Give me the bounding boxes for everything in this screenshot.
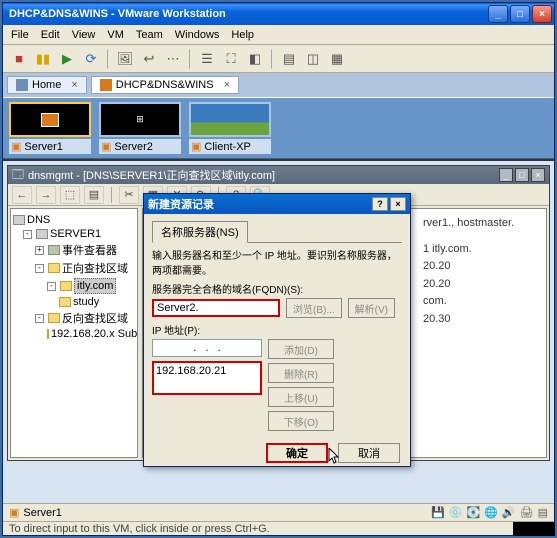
ip-label: IP 地址(P): — [152, 322, 402, 337]
fqdn-label: 服务器完全合格的域名(FQDN)(S): — [152, 281, 402, 296]
menu-vm[interactable]: VM — [107, 29, 124, 41]
help-button[interactable]: ? — [372, 197, 388, 211]
back-button[interactable]: ← — [12, 186, 32, 204]
host-statusbar: ▣ Server1 💾 💿 💽 🌐 🔊 🖨 ▤ — [3, 503, 554, 521]
device-icon[interactable]: 💿 — [449, 506, 463, 519]
device-icon[interactable]: ▤ — [538, 506, 548, 519]
ip-input[interactable] — [152, 339, 262, 357]
menu-windows[interactable]: Windows — [175, 29, 220, 41]
tab-ns[interactable]: 名称服务器(NS) — [152, 221, 248, 243]
moveup-button[interactable]: 上移(U) — [268, 387, 334, 407]
poweron-button[interactable]: ▶ — [57, 49, 77, 69]
device-icon[interactable]: 🌐 — [484, 506, 498, 519]
resolve-button[interactable]: 解析(V) — [348, 298, 395, 318]
menu-help[interactable]: Help — [231, 29, 254, 41]
dialog-footer: 确定 取消 — [144, 437, 410, 469]
snapshot-button[interactable]: 🖼 — [115, 49, 135, 69]
maximize-button[interactable]: □ — [510, 5, 530, 23]
tab-current[interactable]: DHCP&DNS&WINS× — [91, 76, 239, 94]
tree-selected-zone[interactable]: itly.com — [74, 278, 116, 294]
toolbar-btn-c[interactable]: ▦ — [327, 49, 347, 69]
tab-home[interactable]: Home× — [7, 76, 87, 94]
titlebar: DHCP&DNS&WINS - VMware Workstation _ □ × — [3, 3, 554, 25]
device-icon[interactable]: 💽 — [467, 506, 481, 519]
close-button[interactable]: × — [532, 5, 552, 23]
xp-wallpaper-icon — [191, 104, 269, 135]
thumb-server1[interactable]: ▣Server1 — [9, 102, 91, 154]
suspend-button[interactable]: ▮▮ — [33, 49, 53, 69]
revert-button[interactable]: ↩ — [139, 49, 159, 69]
minimize-button[interactable]: _ — [488, 5, 508, 23]
vm-thumbnails: ▣Server1 ⊞ ▣Server2 ▣Client-XP — [3, 97, 554, 159]
device-icon[interactable]: 🔊 — [502, 506, 516, 519]
home-icon — [16, 79, 28, 91]
menu-view[interactable]: View — [72, 29, 96, 41]
status-vm-name: Server1 — [23, 507, 62, 519]
browse-button[interactable]: 浏览(B)... — [286, 298, 342, 318]
vmware-main-window: DHCP&DNS&WINS - VMware Workstation _ □ ×… — [2, 2, 555, 536]
unity-button[interactable]: ◧ — [245, 49, 265, 69]
fwd-button[interactable]: → — [36, 186, 56, 204]
maximize-button[interactable]: □ — [515, 168, 529, 182]
ip-list-item[interactable]: 192.168.20.21 — [156, 365, 258, 377]
poweroff-button[interactable]: ■ — [9, 49, 29, 69]
toolbar: ■ ▮▮ ▶ ⟳ 🖼 ↩ ⋯ ☰ ⛶ ◧ ▤ ◫ ▦ — [3, 45, 554, 73]
close-icon[interactable]: × — [71, 79, 77, 91]
movedown-button[interactable]: 下移(O) — [268, 411, 334, 431]
minimize-button[interactable]: _ — [499, 168, 513, 182]
menubar: File Edit View VM Team Windows Help — [3, 25, 554, 45]
menu-file[interactable]: File — [11, 29, 29, 41]
toolbar-btn-b[interactable]: ◫ — [303, 49, 323, 69]
vm-icon: ▣ — [9, 506, 19, 519]
device-icon[interactable]: 🖨 — [520, 506, 534, 519]
window-title: DHCP&DNS&WINS - VMware Workstation — [9, 8, 226, 20]
close-button[interactable]: × — [390, 197, 406, 211]
windows-logo-icon: ⊞ — [136, 114, 144, 125]
toolbar-btn-a[interactable]: ▤ — [279, 49, 299, 69]
thumb-server2[interactable]: ⊞ ▣Server2 — [99, 102, 181, 154]
views-button[interactable]: ▤ — [84, 186, 104, 204]
menu-edit[interactable]: Edit — [41, 29, 60, 41]
close-icon[interactable]: × — [224, 79, 230, 91]
sidebar-button[interactable]: ☰ — [197, 49, 217, 69]
ok-button[interactable]: 确定 — [266, 443, 328, 463]
close-button[interactable]: × — [531, 168, 545, 182]
dialog-tabs: 名称服务器(NS) — [152, 220, 402, 243]
vm-icon — [100, 79, 112, 91]
vm-icon — [41, 113, 59, 127]
ip-list[interactable]: 192.168.20.21 — [152, 361, 262, 395]
thumb-clientxp[interactable]: ▣Client-XP — [189, 102, 271, 154]
guest-display[interactable]: 🗔 dnsmgmt - [DNS\SERVER1\正向查找区域\itly.com… — [3, 159, 554, 535]
dialog-titlebar: 新建资源记录 ? × — [144, 194, 410, 214]
cancel-button[interactable]: 取消 — [338, 443, 400, 463]
vm-tabs: Home× DHCP&DNS&WINS× — [3, 73, 554, 97]
cut-button[interactable]: ✂ — [119, 186, 139, 204]
host-hint: To direct input to this VM, click inside… — [3, 521, 554, 535]
up-button[interactable]: ⬚ — [60, 186, 80, 204]
menu-team[interactable]: Team — [136, 29, 163, 41]
watermark-icon — [513, 522, 555, 536]
new-resource-record-dialog: 新建资源记录 ? × 名称服务器(NS) 输入服务器名和至少一个 IP 地址。要… — [143, 193, 411, 467]
fullscreen-button[interactable]: ⛶ — [221, 49, 241, 69]
remove-button[interactable]: 删除(R) — [268, 363, 334, 383]
app-icon: 🗔 — [12, 166, 24, 185]
dns-tree[interactable]: DNS -SERVER1 +事件查看器 -正向查找区域 -itly.com st… — [10, 208, 138, 458]
manage-button[interactable]: ⋯ — [163, 49, 183, 69]
reset-button[interactable]: ⟳ — [81, 49, 101, 69]
add-button[interactable]: 添加(D) — [268, 339, 334, 359]
instruction-text: 输入服务器名和至少一个 IP 地址。要识别名称服务器，两项都需要。 — [152, 247, 402, 277]
dnsmgmt-title: dnsmgmt - [DNS\SERVER1\正向查找区域\itly.com] — [28, 167, 275, 183]
device-icon[interactable]: 💾 — [431, 506, 445, 519]
fqdn-input[interactable] — [152, 299, 280, 317]
dnsmgmt-titlebar: 🗔 dnsmgmt - [DNS\SERVER1\正向查找区域\itly.com… — [8, 166, 549, 184]
